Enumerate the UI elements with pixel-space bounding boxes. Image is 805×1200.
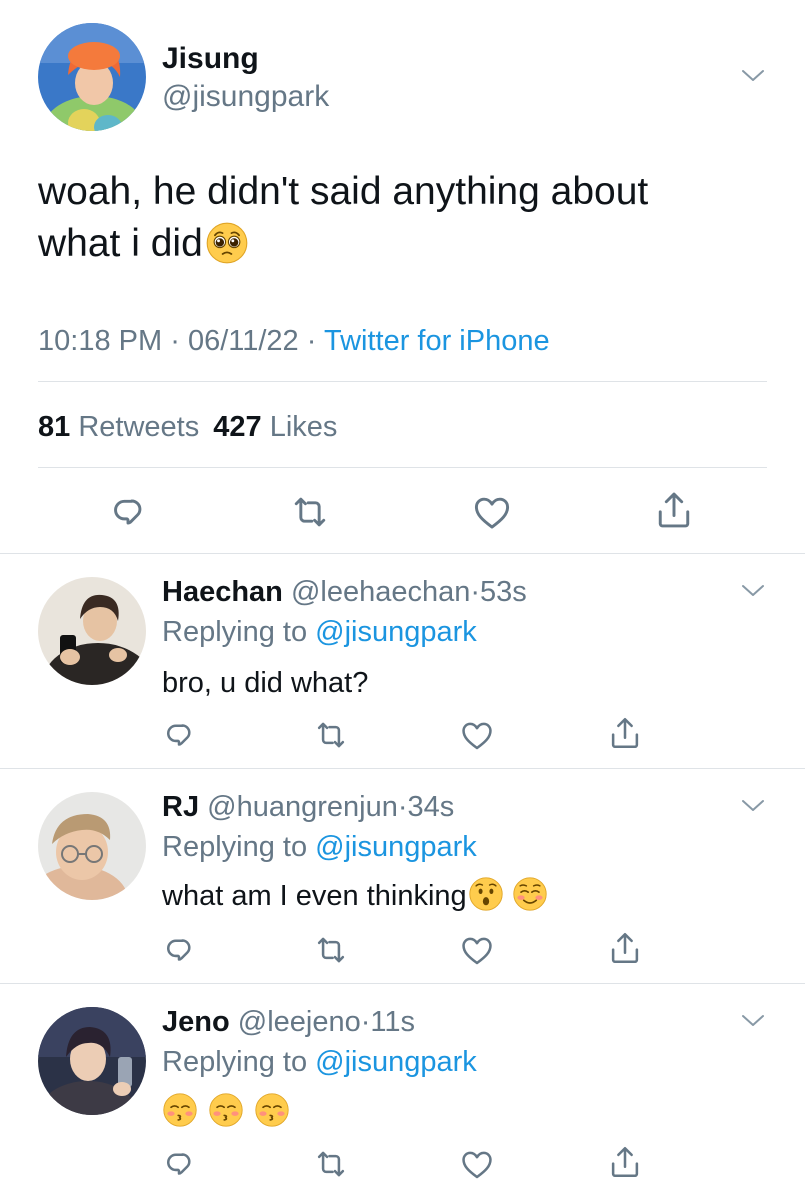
likes-count: 427 [213, 411, 262, 443]
replying-to-label: Replying to [162, 831, 308, 863]
kissing-face-emoji-icon [162, 1092, 198, 1128]
replying-to-handle[interactable]: @jisungpark [315, 831, 477, 863]
tweet-age[interactable]: 53s [480, 576, 527, 608]
reply-icon[interactable] [160, 1145, 198, 1183]
retweets-count: 81 [38, 411, 71, 443]
chevron-down-icon[interactable] [740, 583, 766, 599]
kissing-face-emoji-icon [208, 1092, 244, 1128]
tweet-text-line: what i did [38, 218, 778, 270]
divider [38, 381, 767, 382]
retweets-label: Retweets [78, 411, 200, 443]
separator-dot: · [360, 1006, 371, 1038]
divider [0, 553, 805, 554]
reply-emojis [162, 1092, 290, 1130]
tweet-source-link[interactable]: Twitter for iPhone [324, 325, 550, 357]
tweet-text-fragment: what i did [38, 222, 203, 265]
retweet-icon[interactable] [288, 490, 332, 534]
divider [0, 983, 805, 984]
tweet-text: woah, he didn't said anything about what… [38, 166, 778, 270]
replying-to: Replying to @jisungpark [162, 828, 477, 866]
reply-header: RJ @huangrenjun·34s [162, 788, 454, 826]
author-display-name[interactable]: RJ [162, 791, 199, 823]
reply-icon[interactable] [106, 490, 150, 534]
share-icon[interactable] [606, 714, 644, 752]
reply-text-container: what am I even thinking [162, 877, 548, 915]
retweet-icon[interactable] [312, 1145, 350, 1183]
like-icon[interactable] [458, 931, 496, 969]
avatar-image [38, 23, 146, 131]
replying-to-handle[interactable]: @jisungpark [315, 1046, 477, 1078]
author-display-name[interactable]: Haechan [162, 576, 283, 608]
chevron-down-icon[interactable] [740, 68, 766, 84]
avatar-image [38, 792, 146, 900]
chevron-down-icon[interactable] [740, 1013, 766, 1029]
replying-to-label: Replying to [162, 616, 308, 648]
reply-text: bro, u did what? [162, 667, 369, 699]
like-icon[interactable] [458, 716, 496, 754]
separator-dot: · [306, 325, 317, 357]
reply-header: Haechan @leehaechan·53s [162, 573, 527, 611]
share-icon[interactable] [652, 488, 696, 532]
author-display-name[interactable]: Jeno [162, 1006, 230, 1038]
avatar[interactable] [38, 23, 146, 131]
tweet-time[interactable]: 10:18 PM [38, 325, 162, 357]
smiling-face-emoji-icon [512, 876, 548, 912]
reply-icon[interactable] [160, 716, 198, 754]
author-handle[interactable]: @huangrenjun [207, 791, 398, 823]
likes-label: Likes [269, 411, 338, 443]
hushed-face-emoji-icon [468, 876, 504, 912]
tweet-age[interactable]: 11s [370, 1006, 415, 1038]
reply-icon[interactable] [160, 931, 198, 969]
chevron-down-icon[interactable] [740, 798, 766, 814]
retweet-icon[interactable] [312, 716, 350, 754]
replying-to: Replying to @jisungpark [162, 1043, 477, 1081]
share-icon[interactable] [606, 1143, 644, 1181]
divider [38, 467, 767, 468]
avatar-image [38, 577, 146, 685]
tweet-metadata: 10:18 PM · 06/11/22 · Twitter for iPhone [38, 322, 550, 360]
retweet-icon[interactable] [312, 931, 350, 969]
reply-header: Jeno @leejeno·11s [162, 1003, 415, 1041]
avatar[interactable] [38, 792, 146, 900]
share-icon[interactable] [606, 929, 644, 967]
replying-to-handle[interactable]: @jisungpark [315, 616, 477, 648]
avatar[interactable] [38, 577, 146, 685]
author-handle[interactable]: @leehaechan [291, 576, 470, 608]
tweet-date[interactable]: 06/11/22 [188, 325, 299, 357]
author-handle[interactable]: @jisungpark [162, 80, 329, 114]
replying-to: Replying to @jisungpark [162, 613, 477, 651]
retweets-stat[interactable]: 81 Retweets [38, 411, 199, 443]
like-icon[interactable] [470, 490, 514, 534]
avatar[interactable] [38, 1007, 146, 1115]
separator-dot: · [170, 325, 180, 357]
author-display-name[interactable]: Jisung [162, 42, 259, 76]
reply-text: what am I even thinking [162, 880, 467, 912]
separator-dot: · [397, 791, 408, 823]
divider [0, 768, 805, 769]
likes-stat[interactable]: 427 Likes [213, 411, 337, 443]
avatar-image [38, 1007, 146, 1115]
like-icon[interactable] [458, 1145, 496, 1183]
author-handle[interactable]: @leejeno [238, 1006, 361, 1038]
separator-dot: · [470, 576, 481, 608]
replying-to-label: Replying to [162, 1046, 308, 1078]
pleading-face-emoji-icon [205, 221, 249, 265]
tweet-age[interactable]: 34s [408, 791, 455, 823]
tweet-text-line: woah, he didn't said anything about [38, 170, 649, 213]
kissing-face-emoji-icon [254, 1092, 290, 1128]
tweet-stats: 81 Retweets 427 Likes [38, 408, 337, 446]
